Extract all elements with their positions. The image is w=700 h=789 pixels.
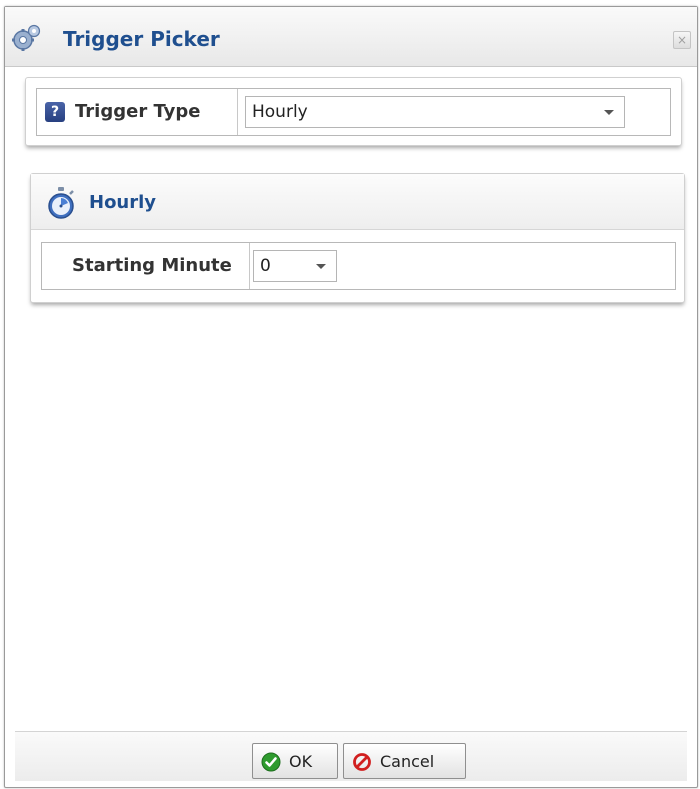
close-icon: × (676, 33, 688, 47)
row-divider (249, 243, 250, 289)
close-button[interactable]: × (673, 31, 691, 49)
trigger-type-value: Hourly (252, 102, 308, 122)
hourly-panel-header: Hourly (31, 174, 684, 230)
trigger-type-row: ? Trigger Type Hourly (36, 88, 671, 136)
ok-label: OK (289, 752, 313, 771)
cancel-icon (353, 753, 371, 771)
help-icon[interactable]: ? (45, 102, 65, 122)
dialog-title: Trigger Picker (63, 27, 220, 51)
ok-button[interactable]: OK (252, 743, 338, 779)
trigger-type-select[interactable]: Hourly (245, 96, 625, 128)
starting-minute-row: Starting Minute 0 (41, 242, 676, 290)
checkmark-icon (261, 752, 281, 772)
chevron-down-icon (604, 110, 614, 115)
starting-minute-select[interactable]: 0 (253, 250, 337, 282)
cancel-label: Cancel (380, 752, 435, 771)
cancel-button[interactable]: Cancel (343, 743, 466, 779)
trigger-type-panel: ? Trigger Type Hourly (25, 77, 682, 146)
starting-minute-label: Starting Minute (72, 255, 232, 276)
gears-icon (12, 24, 41, 51)
stopwatch-icon (48, 187, 74, 219)
row-divider (237, 89, 238, 135)
starting-minute-value: 0 (260, 256, 271, 276)
trigger-picker-dialog: Trigger Picker × ? Trigger Type Hourly H… (4, 6, 698, 788)
hourly-panel: Hourly Starting Minute 0 (30, 173, 685, 303)
trigger-type-label: Trigger Type (75, 101, 201, 122)
chevron-down-icon (316, 264, 326, 269)
dialog-title-bar[interactable]: Trigger Picker × (5, 7, 697, 67)
hourly-title: Hourly (89, 192, 157, 213)
button-bar: OK Cancel (15, 731, 687, 781)
